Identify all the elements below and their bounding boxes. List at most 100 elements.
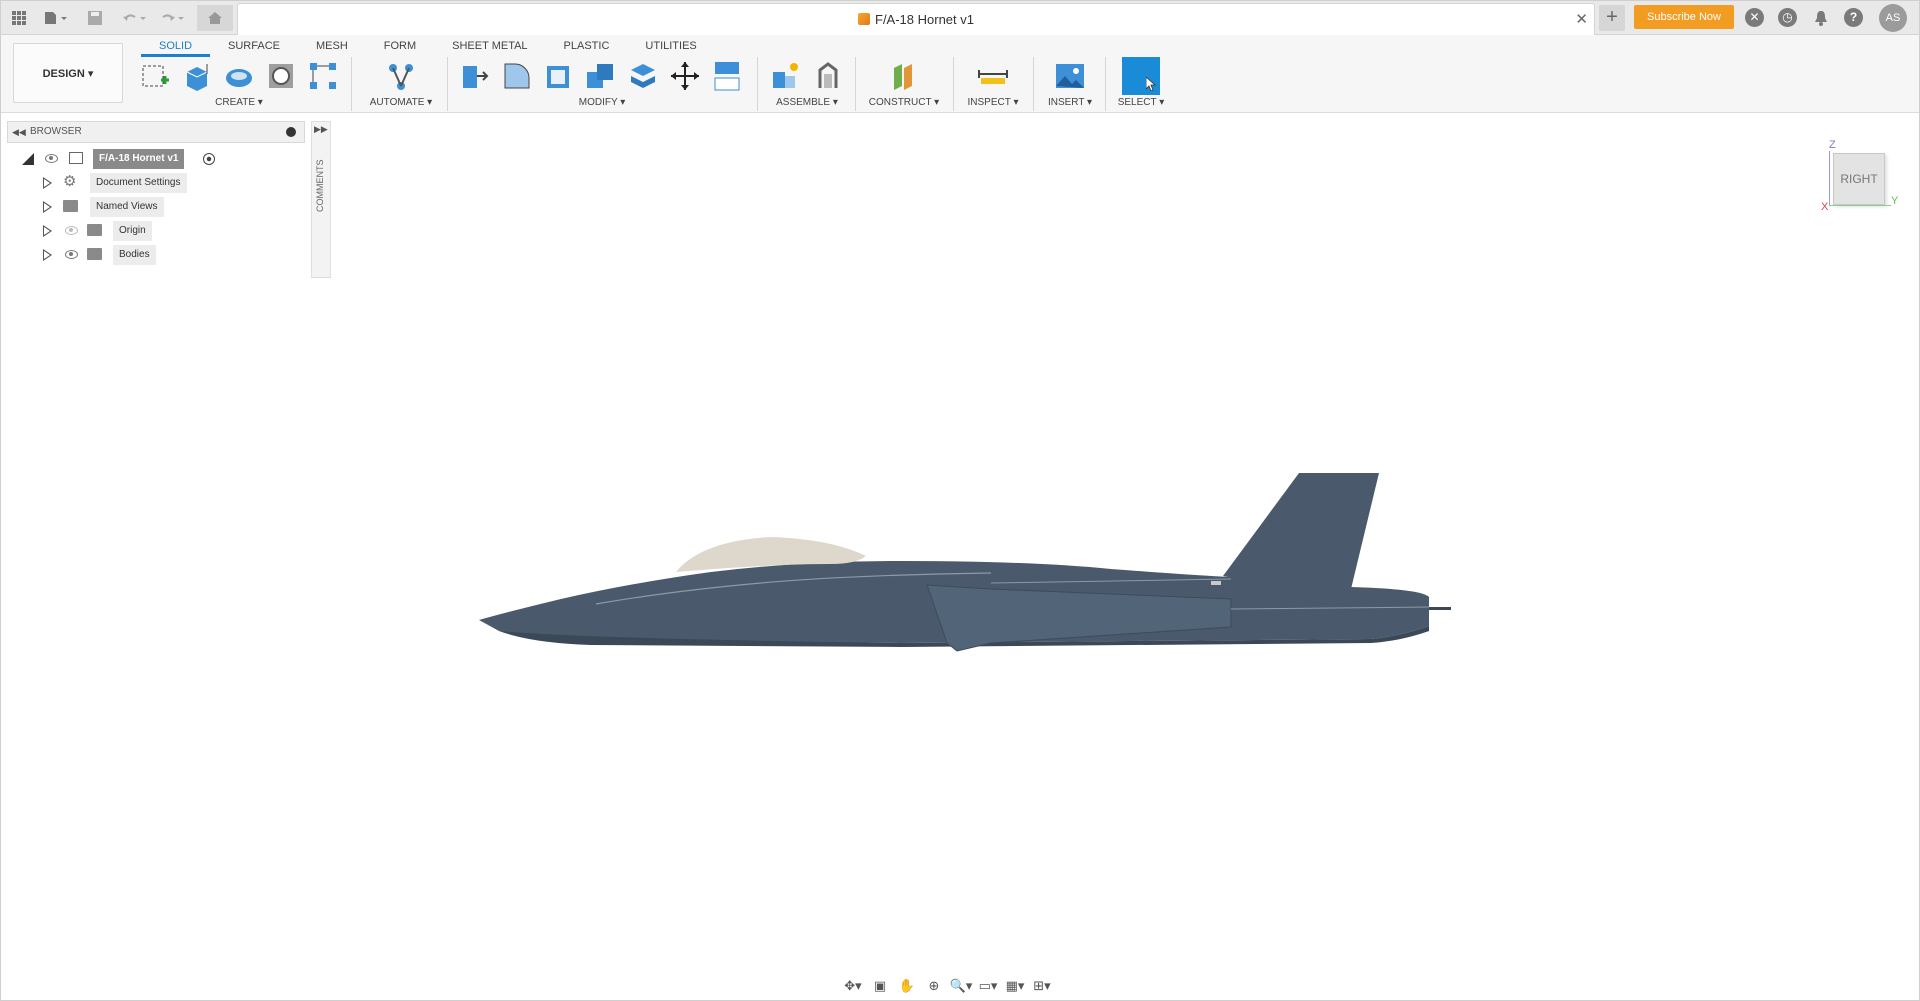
notifications-icon[interactable]	[1811, 6, 1831, 30]
zoom-icon[interactable]: ⊕	[922, 975, 946, 997]
divider	[757, 57, 758, 111]
comments-label: COMMENTS	[315, 159, 325, 213]
browser-item-document-settings[interactable]: ⚙ Document Settings	[7, 171, 305, 195]
expand-arrow-icon[interactable]	[43, 249, 52, 261]
insert-image-icon[interactable]	[1052, 58, 1088, 94]
browser-item-label: Bodies	[113, 245, 156, 265]
subscribe-button[interactable]: Subscribe Now	[1634, 5, 1734, 29]
tab-sheet-metal[interactable]: SHEET METAL	[434, 35, 545, 57]
insert-label: INSERT	[1047, 97, 1085, 108]
hidden-eye-icon[interactable]	[65, 226, 78, 235]
job-status-icon[interactable]: ◷	[1778, 8, 1797, 27]
viewcube[interactable]: Z RIGHT Y X	[1821, 139, 1911, 219]
activate-icon[interactable]	[203, 153, 215, 165]
divider	[953, 57, 954, 111]
undo-icon[interactable]	[119, 6, 149, 30]
expand-arrow-icon[interactable]	[43, 225, 52, 237]
minimize-browser-icon[interactable]	[286, 127, 296, 137]
expand-arrow-icon[interactable]	[43, 201, 52, 213]
axis-z-line	[1829, 151, 1830, 205]
tab-solid[interactable]: SOLID	[141, 35, 211, 57]
tab-surface[interactable]: SURFACE	[210, 35, 298, 57]
extrude-icon[interactable]	[179, 58, 215, 94]
user-avatar[interactable]: AS	[1879, 4, 1907, 32]
apps-grid-icon[interactable]	[9, 6, 29, 30]
create-menu[interactable]: CREATE ▾	[137, 97, 341, 108]
expand-arrow-icon[interactable]	[43, 177, 52, 189]
workspace-switcher-button[interactable]: DESIGN ▾	[13, 43, 123, 103]
browser-header: ◀◀ BROWSER	[7, 121, 305, 143]
collapse-browser-icon[interactable]: ◀◀	[12, 122, 26, 142]
new-component-icon[interactable]	[768, 58, 804, 94]
measure-icon[interactable]	[975, 58, 1011, 94]
workspace-label: DESIGN	[42, 68, 85, 80]
new-tab-icon[interactable]: +	[1599, 5, 1625, 31]
fit-icon[interactable]: 🔍▾	[949, 975, 973, 997]
tab-plastic[interactable]: PLASTIC	[546, 35, 628, 57]
root-collapse-icon[interactable]	[22, 153, 34, 165]
browser-item-label: Named Views	[90, 197, 164, 217]
assemble-label: ASSEMBLE	[776, 97, 831, 108]
viewports-icon[interactable]: ⊞▾	[1030, 975, 1054, 997]
split-body-icon[interactable]	[625, 58, 661, 94]
viewcube-face-right[interactable]: RIGHT	[1833, 153, 1885, 205]
tab-mesh[interactable]: MESH	[298, 35, 366, 57]
component-icon	[69, 152, 83, 164]
joint-icon[interactable]	[810, 58, 846, 94]
file-menu-icon[interactable]	[41, 6, 71, 30]
help-icon[interactable]: ?	[1844, 8, 1863, 27]
root-component-label: F/A-18 Hornet v1	[93, 149, 185, 169]
divider	[855, 57, 856, 111]
select-menu[interactable]: SELECT ▾	[1111, 97, 1171, 108]
navigation-bar: ✥▾ ▣ ✋ ⊕ 🔍▾ ▭▾ ▦▾ ⊞▾	[841, 973, 1081, 999]
automate-menu[interactable]: AUTOMATE ▾	[361, 97, 441, 108]
inspect-menu[interactable]: INSPECT ▾	[961, 97, 1025, 108]
automate-icon[interactable]	[383, 58, 419, 94]
browser-item-named-views[interactable]: Named Views	[7, 195, 305, 219]
browser-item-label: Document Settings	[90, 173, 187, 193]
close-tab-icon[interactable]: ✕	[1575, 10, 1588, 28]
grid-settings-icon[interactable]: ▦▾	[1003, 975, 1027, 997]
look-at-icon[interactable]: ▣	[868, 975, 892, 997]
pattern-icon[interactable]	[305, 58, 341, 94]
assemble-menu[interactable]: ASSEMBLE ▾	[765, 97, 849, 108]
document-tab[interactable]: F/A-18 Hornet v1 ✕	[237, 3, 1595, 35]
create-sketch-icon[interactable]	[137, 58, 173, 94]
browser-item-origin[interactable]: Origin	[7, 219, 305, 243]
pan-icon[interactable]: ✋	[895, 975, 919, 997]
aircraft-model[interactable]	[471, 461, 1461, 661]
browser-title: BROWSER	[30, 126, 82, 137]
select-icon[interactable]	[1122, 57, 1160, 95]
home-icon[interactable]	[197, 5, 233, 31]
construct-menu[interactable]: CONSTRUCT ▾	[863, 97, 945, 108]
modify-menu[interactable]: MODIFY ▾	[457, 97, 747, 108]
browser-item-label: Origin	[113, 221, 152, 241]
redo-icon[interactable]	[157, 6, 187, 30]
browser-item-bodies[interactable]: Bodies	[7, 243, 305, 267]
extensions-icon[interactable]: ✕	[1745, 8, 1764, 27]
move-copy-icon[interactable]	[667, 58, 703, 94]
hole-icon[interactable]	[263, 58, 299, 94]
shell-icon[interactable]	[541, 58, 577, 94]
orbit-icon[interactable]: ✥▾	[841, 975, 865, 997]
create-group: CREATE ▾	[137, 57, 341, 113]
press-pull-icon[interactable]	[457, 58, 493, 94]
combine-icon[interactable]	[583, 58, 619, 94]
browser-root-node[interactable]: F/A-18 Hornet v1	[7, 147, 305, 171]
fillet-icon[interactable]	[499, 58, 535, 94]
divider	[351, 57, 352, 111]
comments-panel[interactable]: COMMENTS	[311, 121, 331, 278]
create-label: CREATE	[215, 97, 255, 108]
align-icon[interactable]	[709, 58, 745, 94]
offset-plane-icon[interactable]	[886, 58, 922, 94]
tab-utilities[interactable]: UTILITIES	[627, 35, 714, 57]
insert-menu[interactable]: INSERT ▾	[1041, 97, 1099, 108]
display-settings-icon[interactable]: ▭▾	[976, 975, 1000, 997]
visibility-eye-icon[interactable]	[65, 250, 78, 259]
revolve-icon[interactable]	[221, 58, 257, 94]
save-icon[interactable]	[85, 6, 105, 30]
expand-comments-icon[interactable]: ▶▶	[314, 124, 328, 135]
visibility-eye-icon[interactable]	[45, 154, 58, 163]
axis-x-label: X	[1821, 201, 1829, 213]
tab-form[interactable]: FORM	[366, 35, 434, 57]
